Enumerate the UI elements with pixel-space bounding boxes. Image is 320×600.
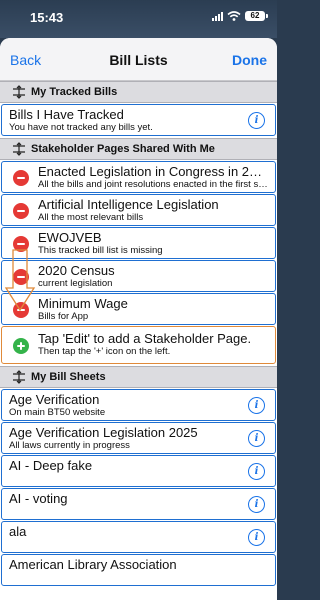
list-item-subtitle: All laws currently in progress <box>9 440 130 451</box>
remove-icon[interactable] <box>13 203 29 219</box>
list-item-bill-sheet[interactable]: AI - Deep fake i <box>1 455 276 487</box>
list-item-stakeholder[interactable]: Enacted Legislation in Congress in 2023 … <box>1 161 276 193</box>
battery-icon: 62 <box>245 11 268 21</box>
list-item-title: EWOJVEB <box>38 230 102 245</box>
list-item-subtitle: current legislation <box>38 278 113 289</box>
cellular-signal-icon <box>212 11 223 21</box>
remove-icon[interactable] <box>13 302 29 318</box>
list-item-stakeholder[interactable]: Minimum Wage Bills for App <box>1 293 276 325</box>
list-item-stakeholder[interactable]: EWOJVEB This tracked bill list is missin… <box>1 227 276 259</box>
list-item-title: Age Verification Legislation 2025 <box>9 425 198 440</box>
list-item-title: Minimum Wage <box>38 296 128 311</box>
status-time: 15:43 <box>30 10 64 25</box>
list-item-title: 2020 Census <box>38 263 115 278</box>
info-icon[interactable]: i <box>248 112 265 129</box>
section-header-tracked: My Tracked Bills <box>0 81 277 103</box>
list-item-title: AI - voting <box>9 491 68 506</box>
info-icon[interactable]: i <box>248 463 265 480</box>
add-stakeholder-page-row[interactable]: Tap 'Edit' to add a Stakeholder Page. Th… <box>1 326 276 364</box>
list-item-bill-sheet[interactable]: Age Verification On main BT50 website i <box>1 389 276 421</box>
info-icon[interactable]: i <box>248 529 265 546</box>
list-item-subtitle: On main BT50 website <box>9 407 106 418</box>
sort-icon <box>13 370 25 384</box>
info-icon[interactable]: i <box>248 430 265 447</box>
section-header-stakeholder: Stakeholder Pages Shared With Me <box>0 138 277 160</box>
remove-icon[interactable] <box>13 236 29 252</box>
list-item-title: Enacted Legislation in Congress in 2023 <box>38 164 271 179</box>
section-header-label: My Bill Sheets <box>31 371 106 383</box>
wifi-icon <box>227 11 241 21</box>
list-item-title: Bills I Have Tracked <box>9 107 124 122</box>
remove-icon[interactable] <box>13 170 29 186</box>
section-header-sheets: My Bill Sheets <box>0 366 277 388</box>
info-icon[interactable]: i <box>248 496 265 513</box>
sort-icon <box>13 85 25 99</box>
section-header-label: My Tracked Bills <box>31 86 118 98</box>
list-item-bill-sheet[interactable]: ala i <box>1 521 276 553</box>
list-item-subtitle: Then tap the '+' icon on the left. <box>38 346 171 357</box>
sort-icon <box>13 142 25 156</box>
list-item-title: ala <box>9 524 27 539</box>
bill-lists-sheet: Back Bill Lists Done My Tracked Bills Bi… <box>0 38 277 600</box>
list-item-subtitle: You have not tracked any bills yet. <box>9 122 153 133</box>
list-item-subtitle: Bills for App <box>38 311 89 322</box>
section-header-label: Stakeholder Pages Shared With Me <box>31 143 215 155</box>
status-bar: 15:43 62 <box>0 0 277 38</box>
add-icon[interactable] <box>13 338 29 354</box>
list-item-title: Artificial Intelligence Legislation <box>38 197 219 212</box>
info-icon[interactable]: i <box>248 397 265 414</box>
list-item-title: American Library Association <box>9 557 177 572</box>
list-item-bill-sheet[interactable]: AI - voting i <box>1 488 276 520</box>
list-item-subtitle: This tracked bill list is missing <box>38 245 163 256</box>
list-item-title: Tap 'Edit' to add a Stakeholder Page. <box>38 331 252 346</box>
done-button[interactable]: Done <box>232 52 267 68</box>
list-item-stakeholder[interactable]: 2020 Census current legislation <box>1 260 276 292</box>
list-item-subtitle: All the bills and joint resolutions enac… <box>38 179 275 190</box>
list-item-title: AI - Deep fake <box>9 458 93 473</box>
list-item-bill-sheet[interactable]: American Library Association <box>1 554 276 586</box>
list-item-bills-i-have-tracked[interactable]: Bills I Have Tracked You have not tracke… <box>1 104 276 136</box>
remove-icon[interactable] <box>13 269 29 285</box>
nav-bar: Back Bill Lists Done <box>0 38 277 81</box>
list-item-bill-sheet[interactable]: Age Verification Legislation 2025 All la… <box>1 422 276 454</box>
list-item-stakeholder[interactable]: Artificial Intelligence Legislation All … <box>1 194 276 226</box>
list-item-title: Age Verification <box>9 392 100 407</box>
list-item-subtitle: All the most relevant bills <box>38 212 144 223</box>
status-icons: 62 <box>212 11 268 21</box>
